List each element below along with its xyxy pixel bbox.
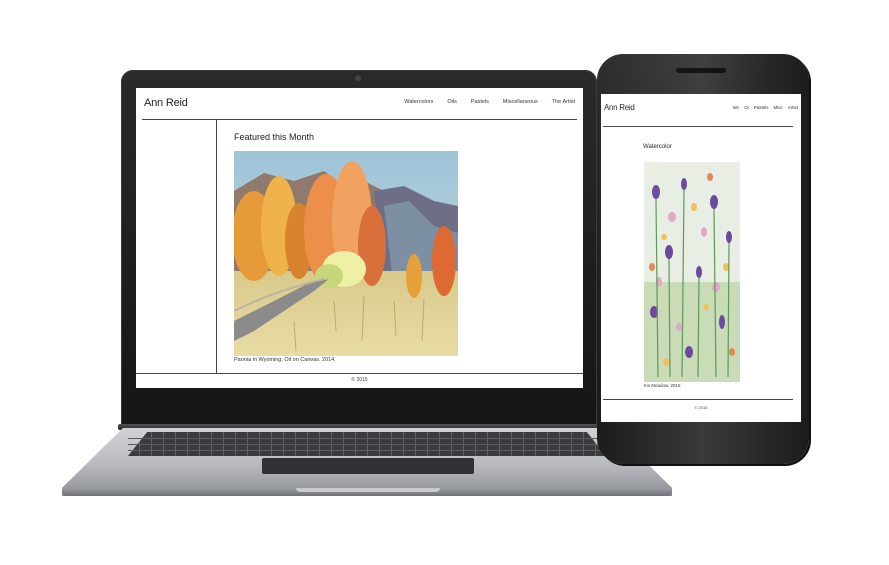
phone-earpiece bbox=[676, 68, 726, 73]
site-title[interactable]: Ann Reid bbox=[144, 97, 188, 109]
sidebar-divider bbox=[216, 119, 217, 373]
featured-heading: Featured this Month bbox=[234, 132, 315, 142]
laptop-keyboard bbox=[128, 432, 606, 456]
mobile-nav: Wc Oi Pastels Misc Artist bbox=[733, 105, 798, 110]
nav-item-miscellaneous[interactable]: Miscellaneous bbox=[503, 99, 538, 105]
main-nav: Watercolors Oils Pastels Miscellaneous T… bbox=[404, 99, 575, 105]
mobile-painting[interactable] bbox=[644, 162, 740, 382]
phone-screen: Ann Reid Wc Oi Pastels Misc Artist Water… bbox=[601, 94, 801, 422]
laptop-camera bbox=[355, 75, 361, 81]
mobile-nav-item-pastels[interactable]: Pastels bbox=[754, 105, 769, 110]
mobile-nav-item-artist[interactable]: Artist bbox=[788, 105, 798, 110]
nav-item-the-artist[interactable]: The Artist bbox=[552, 99, 575, 105]
mobile-section-heading: Watercolor bbox=[643, 144, 672, 150]
iris-painting-image bbox=[644, 162, 740, 382]
mobile-header-divider bbox=[603, 126, 793, 127]
mobile-painting-caption: Iris Meadow. 2015 bbox=[644, 383, 681, 388]
mobile-nav-item-misc[interactable]: Misc bbox=[773, 105, 782, 110]
nav-item-oils[interactable]: Oils bbox=[447, 99, 456, 105]
laptop-trackpad bbox=[262, 458, 474, 474]
laptop-lid-notch bbox=[296, 488, 440, 492]
keyboard-rows bbox=[128, 438, 606, 439]
featured-painting[interactable] bbox=[234, 151, 458, 356]
header-divider bbox=[142, 119, 577, 120]
landscape-painting-image bbox=[234, 151, 458, 356]
mobile-nav-item-oils[interactable]: Oi bbox=[744, 105, 749, 110]
mobile-footer-copyright: © 2015 bbox=[694, 405, 708, 410]
footer-copyright: © 2015 bbox=[351, 377, 368, 383]
nav-item-pastels[interactable]: Pastels bbox=[471, 99, 489, 105]
painting-caption: Paonia in Wyoming. Oil on Canvas. 2014. bbox=[234, 357, 336, 363]
mobile-footer-divider bbox=[603, 399, 793, 400]
laptop-screen: Ann Reid Watercolors Oils Pastels Miscel… bbox=[136, 88, 583, 388]
footer-divider bbox=[136, 373, 583, 374]
nav-item-watercolors[interactable]: Watercolors bbox=[404, 99, 433, 105]
mobile-nav-item-watercolors[interactable]: Wc bbox=[733, 105, 740, 110]
mobile-site-title[interactable]: Ann Reid bbox=[604, 103, 635, 112]
